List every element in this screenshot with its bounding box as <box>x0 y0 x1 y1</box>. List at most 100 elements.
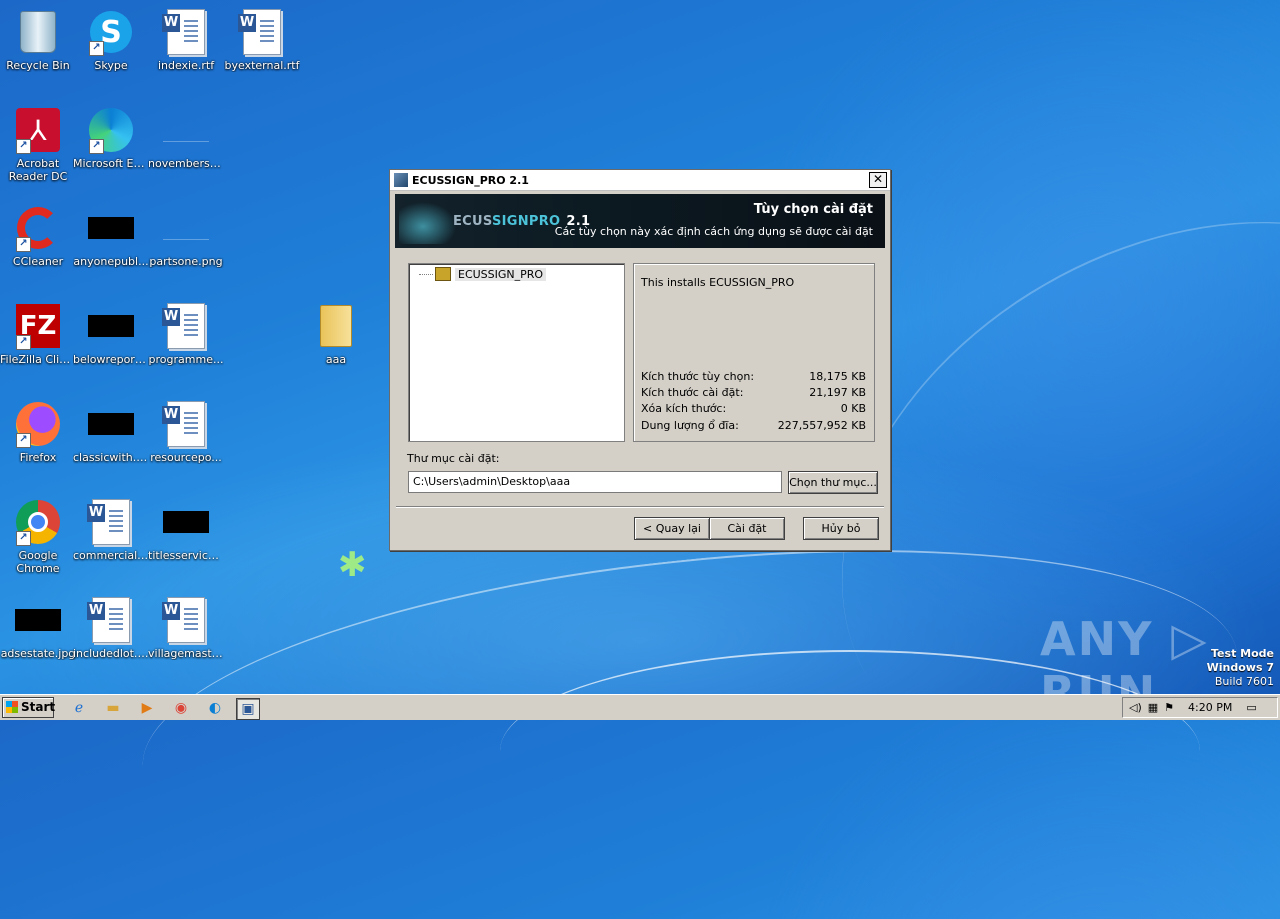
desktop-icon-label: FileZilla Client <box>0 353 76 366</box>
desktop-icon-chrome[interactable]: ↗ Google Chrome <box>0 498 76 575</box>
desktop-icon-label: Microsoft Edge <box>73 157 149 170</box>
desktop-icon-classicwith[interactable]: classicwith.jpg <box>73 400 149 464</box>
feature-tree-item-label: ECUSSIGN_PRO <box>455 267 547 281</box>
size-label: Kích thước tùy chọn: <box>641 370 755 383</box>
flag-icon[interactable]: ⚑ <box>1164 701 1174 714</box>
pen-logo-icon <box>399 200 459 244</box>
taskbar: Start ℯ ▬ ▶ ◉ ◐ ▣ ◁) ▦ ⚑ 4:20 PM ▭ <box>0 694 1280 720</box>
dialog-titlebar[interactable]: ECUSSIGN_PRO 2.1 ✕ <box>390 170 890 191</box>
image-file-icon <box>162 106 210 154</box>
desktop-icon-titlesservice[interactable]: titlesservice... <box>148 498 224 562</box>
size-row: Kích thước cài đặt: 21,197 KB <box>641 386 866 399</box>
test-mode-line: Windows 7 <box>1206 661 1274 674</box>
desktop-icon-label: indexie.rtf <box>157 59 215 72</box>
desktop-icon-edge[interactable]: ↗ Microsoft Edge <box>73 106 149 170</box>
desktop-icon-label: Firefox <box>19 451 57 464</box>
desktop-icon-recycle-bin[interactable]: Recycle Bin <box>0 8 76 72</box>
word-document-icon: W <box>162 302 210 350</box>
word-document-icon: W <box>162 400 210 448</box>
desktop-icon-label: classicwith.jpg <box>73 451 149 464</box>
desktop-icon-skype[interactable]: S ↗ Skype <box>73 8 149 72</box>
desktop-icon-label: Skype <box>94 59 128 72</box>
size-value: 21,197 KB <box>809 386 866 399</box>
desktop-icon-label: aaa <box>325 353 347 366</box>
desktop-icon-indexie[interactable]: W indexie.rtf <box>148 8 224 72</box>
installer-icon[interactable]: ▣ <box>236 698 260 720</box>
desktop-icon-filezilla[interactable]: FZ ↗ FileZilla Client <box>0 302 76 366</box>
desktop-icon-includedlot[interactable]: W includedlot.rtf <box>73 596 149 660</box>
volume-icon[interactable]: ◁) <box>1129 701 1142 714</box>
acrobat-icon: ⅄ ↗ <box>14 106 62 154</box>
desktop-icon-aaa-folder[interactable]: aaa <box>298 302 374 366</box>
install-button[interactable]: Cài đặt <box>709 517 785 540</box>
desktop-icon-ccleaner[interactable]: ↗ CCleaner <box>0 204 76 268</box>
desktop-icon-belowreport[interactable]: belowreport... <box>73 302 149 366</box>
desktop-icon-resourcepo[interactable]: W resourcepo... <box>148 400 224 464</box>
folder-icon <box>312 302 360 350</box>
desktop-icon-label: Google Chrome <box>16 549 60 575</box>
installer-dialog: ECUSSIGN_PRO 2.1 ✕ ECUSSIGNPRO 2.1 Tùy ch… <box>389 169 891 551</box>
chrome-icon[interactable]: ◉ <box>170 698 192 718</box>
desktop-icon-adsestate[interactable]: adsestate.jpg <box>0 596 76 660</box>
install-folder-label: Thư mục cài đặt: <box>407 452 500 465</box>
dialog-separator <box>396 506 884 508</box>
desktop-icon-label: byexternal.rtf <box>224 59 300 72</box>
feature-tree-item[interactable]: ECUSSIGN_PRO <box>419 267 547 281</box>
image-file-icon <box>87 400 135 448</box>
desktop-icon-acrobat[interactable]: ⅄ ↗ Acrobat Reader DC <box>0 106 76 183</box>
desktop-icon-label: belowreport... <box>73 353 149 366</box>
desktop-icon-byexternal[interactable]: W byexternal.rtf <box>224 8 300 72</box>
ccleaner-icon: ↗ <box>14 204 62 252</box>
media-player-icon[interactable]: ▶ <box>136 698 158 718</box>
test-mode-line: Test Mode <box>1211 647 1274 660</box>
desktop-icon-programme[interactable]: W programme... <box>148 302 224 366</box>
size-value: 0 KB <box>840 402 866 415</box>
image-file-icon <box>162 498 210 546</box>
network-icon[interactable]: ▦ <box>1148 701 1158 714</box>
desktop-icon-novemberso[interactable]: novemberso... <box>148 106 224 170</box>
internet-explorer-icon[interactable]: ℯ <box>68 698 90 718</box>
desktop-icon-label: Recycle Bin <box>6 59 70 72</box>
desktop-icon-label: programme... <box>148 353 224 366</box>
desktop-icon-label: includedlot.rtf <box>73 647 149 660</box>
desktop-icon-label: CCleaner <box>12 255 64 268</box>
desktop-icon-label: villagemaste... <box>148 647 224 660</box>
back-button[interactable]: < Quay lại <box>634 517 710 540</box>
desktop-icon-partsone[interactable]: partsone.png <box>148 204 224 268</box>
desktop-icon-label: Acrobat Reader DC <box>8 157 68 183</box>
desktop-icon-commerciala[interactable]: W commerciala... <box>73 498 149 562</box>
clock[interactable]: 4:20 PM <box>1188 701 1232 714</box>
skype-icon: S ↗ <box>87 8 135 56</box>
cancel-button[interactable]: Hủy bỏ <box>803 517 879 540</box>
desktop-icon-anyonepubl[interactable]: anyonepubl... <box>73 204 149 268</box>
install-folder-input[interactable]: C:\Users\admin\Desktop\aaa <box>408 471 782 493</box>
firefox-icon: ↗ <box>14 400 62 448</box>
word-document-icon: W <box>238 8 286 56</box>
desktop-icon-label: resourcepo... <box>150 451 222 464</box>
installer-app-icon <box>394 173 408 187</box>
desktop-icon-label: novemberso... <box>148 157 224 170</box>
edge-icon[interactable]: ◐ <box>204 698 226 718</box>
browse-folder-button[interactable]: Chọn thư mục... <box>788 471 878 494</box>
banner-subheading: Các tùy chọn này xác định cách ứng dụng … <box>554 225 873 238</box>
desktop-icon-villagemaste[interactable]: W villagemaste... <box>148 596 224 660</box>
feature-tree[interactable]: ECUSSIGN_PRO <box>408 263 625 442</box>
size-row: Xóa kích thước: 0 KB <box>641 402 866 415</box>
dialog-title: ECUSSIGN_PRO 2.1 <box>412 173 529 187</box>
image-file-icon <box>87 302 135 350</box>
start-button[interactable]: Start <box>2 697 55 718</box>
image-file-icon <box>162 204 210 252</box>
test-mode-notice: Test Mode Windows 7 Build 7601 <box>1207 647 1274 689</box>
desktop-icon-firefox[interactable]: ↗ Firefox <box>0 400 76 464</box>
brand-text-a: ECUS <box>453 214 492 229</box>
feature-description: This installs ECUSSIGN_PRO <box>641 276 795 289</box>
desktop-icon-label: partsone.png <box>149 255 223 268</box>
explorer-folder-icon[interactable]: ▬ <box>102 698 124 718</box>
size-row: Kích thước tùy chọn: 18,175 KB <box>641 370 866 383</box>
show-desktop-icon[interactable]: ▭ <box>1246 701 1256 714</box>
close-button[interactable]: ✕ <box>869 172 887 188</box>
recycle-bin-icon <box>14 8 62 56</box>
size-label: Dung lượng ổ đĩa: <box>641 419 739 432</box>
word-document-icon: W <box>162 8 210 56</box>
system-tray: ◁) ▦ ⚑ 4:20 PM ▭ <box>1122 697 1278 718</box>
